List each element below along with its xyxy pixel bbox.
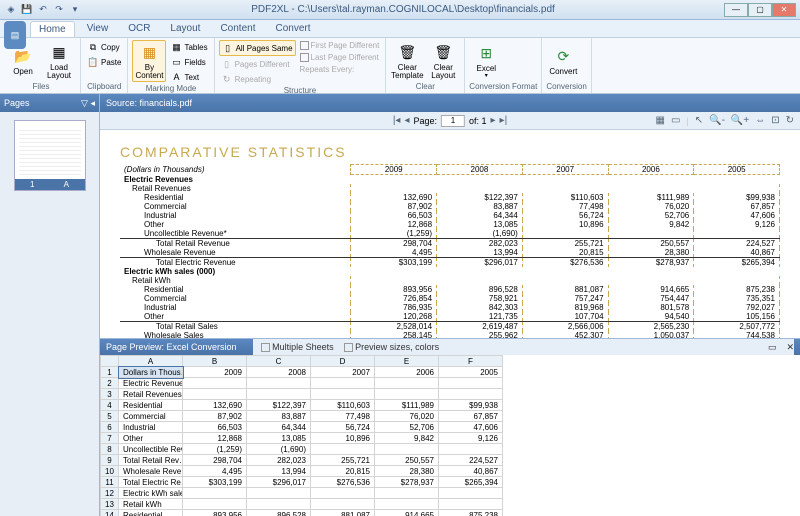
document-view[interactable]: COMPARATIVE STATISTICS (Dollars in Thous…	[100, 130, 800, 338]
qat-redo-icon[interactable]: ↷	[52, 3, 66, 17]
fit-width-icon[interactable]: ⇔	[755, 115, 765, 126]
folder-open-icon: 📂	[13, 46, 33, 66]
by-content-button[interactable]: ▦By Content	[132, 40, 166, 82]
doc-title: COMPARATIVE STATISTICS	[120, 144, 780, 160]
repeats-every[interactable]: Repeats Every:	[298, 64, 382, 75]
first-page-icon[interactable]: |◂	[393, 115, 401, 126]
tab-content[interactable]: Content	[212, 21, 263, 36]
nav-bar: |◂ ◂ Page: of: 1 ▸ ▸| ▦ ▭ | ↖ 🔍- 🔍+ ⇔ ⊡ …	[100, 112, 800, 130]
qat-undo-icon[interactable]: ↶	[36, 3, 50, 17]
window-buttons: — ▢ ✕	[724, 3, 796, 17]
workspace: Pages ▽ ◂ 1A Source: financials.pdf |◂ ◂…	[0, 94, 800, 516]
main-panel: Source: financials.pdf |◂ ◂ Page: of: 1 …	[100, 94, 800, 516]
title-bar: ◈ 💾 ↶ ↷ ▾ PDF2XL - C:\Users\tal.rayman.C…	[0, 0, 800, 20]
page-thumbnail[interactable]: 1A	[14, 120, 86, 191]
ribbon-tabs: Home ViewOCR Layout Content Convert	[0, 20, 800, 38]
layout-icon: ▦	[49, 42, 69, 62]
doc-table: (Dollars in Thousands)200920082007200620…	[120, 164, 780, 338]
filter-icon[interactable]: ▽	[81, 98, 88, 108]
fields-button[interactable]: ▭Fields	[168, 55, 209, 69]
last-page-icon[interactable]: ▸|	[500, 115, 508, 126]
group-clipboard: ⧉Copy 📋Paste Clipboard	[81, 38, 128, 93]
close-button[interactable]: ✕	[772, 3, 796, 17]
paste-button[interactable]: 📋Paste	[85, 55, 123, 69]
preview-sizes-option[interactable]: Preview sizes, colors	[344, 342, 440, 352]
minimize-button[interactable]: —	[724, 3, 748, 17]
quick-access-toolbar: ◈ 💾 ↶ ↷ ▾	[4, 3, 82, 17]
grid-icon: ▦	[139, 42, 159, 62]
group-marking-mode: ▦By Content ▦Tables ▭Fields AText Markin…	[128, 38, 214, 93]
spreadsheet-preview[interactable]: ABCDEF1Dollars in Thous…2009200820072006…	[100, 355, 800, 516]
group-conversion-format: ⊞Excel▾ Conversion Format	[465, 38, 542, 93]
text-icon: A	[170, 71, 182, 83]
multiple-sheets-option[interactable]: Multiple Sheets	[261, 342, 334, 352]
clear-layout-icon: 🗑	[433, 42, 453, 62]
maximize-button[interactable]: ▢	[748, 3, 772, 17]
next-page-icon[interactable]: ▸	[491, 115, 496, 126]
table-icon: ▦	[170, 41, 182, 53]
file-menu-button[interactable]: ▤	[4, 21, 26, 49]
zoom-in-icon[interactable]: 🔍+	[731, 115, 749, 126]
tab-home[interactable]: Home	[30, 21, 75, 37]
group-structure: ▯All Pages Same ▯Pages Different ↻Repeat…	[215, 38, 387, 93]
tab-layout[interactable]: Layout	[162, 21, 208, 36]
source-bar: Source: financials.pdf	[100, 94, 800, 112]
excel-icon: ⊞	[476, 43, 496, 63]
panel-option-icon[interactable]: ▭	[768, 342, 777, 353]
tables-button[interactable]: ▦Tables	[168, 40, 209, 54]
field-icon: ▭	[170, 56, 182, 68]
clear-template-icon: 🗑	[397, 42, 417, 62]
excel-format-button[interactable]: ⊞Excel▾	[469, 40, 503, 82]
panel-close-icon[interactable]: ✕	[786, 342, 794, 353]
pages-sidebar: Pages ▽ ◂ 1A	[0, 94, 100, 516]
all-pages-same-button[interactable]: ▯All Pages Same	[219, 40, 296, 56]
prev-page-icon[interactable]: ◂	[404, 115, 409, 126]
checkbox-icon	[300, 41, 309, 50]
page-input[interactable]	[441, 115, 465, 127]
load-layout-button[interactable]: ▦Load Layout	[42, 40, 76, 82]
pages-icon: ▯	[222, 42, 234, 54]
preview-panel: Page Preview: Excel Conversion Multiple …	[100, 338, 800, 516]
group-clear: 🗑Clear Template 🗑Clear Layout Clear	[386, 38, 465, 93]
collapse-icon[interactable]: ◂	[90, 98, 95, 108]
tool-icon[interactable]: ▭	[671, 115, 680, 126]
zoom-out-icon[interactable]: 🔍-	[709, 115, 725, 126]
repeat-icon: ↻	[221, 73, 233, 85]
pages-different-button[interactable]: ▯Pages Different	[219, 57, 296, 71]
pager: |◂ ◂ Page: of: 1 ▸ ▸|	[393, 115, 507, 127]
chevron-down-icon: ▾	[485, 73, 488, 79]
rotate-icon[interactable]: ↻	[786, 115, 794, 126]
paste-icon: 📋	[87, 56, 99, 68]
copy-icon: ⧉	[87, 41, 99, 53]
text-button[interactable]: AText	[168, 70, 209, 84]
qat-dropdown-icon[interactable]: ▾	[68, 3, 82, 17]
group-conversion: ⟳Convert Conversion	[542, 38, 591, 93]
tab-ocr[interactable]: OCR	[120, 21, 158, 36]
pages-header: Pages ▽ ◂	[0, 94, 99, 112]
pages-diff-icon: ▯	[221, 58, 233, 70]
checkbox-icon	[300, 53, 309, 62]
preview-header: Page Preview: Excel Conversion Multiple …	[100, 339, 800, 355]
checkbox-icon	[344, 343, 353, 352]
repeating-button[interactable]: ↻Repeating	[219, 72, 296, 86]
app-icon: ◈	[4, 3, 18, 17]
clear-layout-button[interactable]: 🗑Clear Layout	[426, 40, 460, 82]
last-page-diff[interactable]: Last Page Different	[298, 52, 382, 63]
window-title: PDF2XL - C:\Users\tal.rayman.COGNILOCAL\…	[82, 4, 724, 15]
copy-button[interactable]: ⧉Copy	[85, 40, 123, 54]
convert-icon: ⟳	[553, 46, 573, 66]
tool-icon[interactable]: ▦	[656, 115, 665, 126]
thumbnail-preview	[19, 127, 81, 175]
convert-button[interactable]: ⟳Convert	[546, 40, 580, 82]
ribbon: 📂Open ▦Load Layout Files ⧉Copy 📋Paste Cl…	[0, 38, 800, 94]
preview-table: ABCDEF1Dollars in Thous…2009200820072006…	[100, 355, 503, 516]
pointer-icon[interactable]: ↖	[695, 115, 703, 126]
tab-view[interactable]: View	[79, 21, 117, 36]
fit-page-icon[interactable]: ⊡	[771, 115, 779, 126]
checkbox-icon	[261, 343, 270, 352]
tab-convert[interactable]: Convert	[267, 21, 318, 36]
first-page-diff[interactable]: First Page Different	[298, 40, 382, 51]
clear-template-button[interactable]: 🗑Clear Template	[390, 40, 424, 82]
qat-save-icon[interactable]: 💾	[20, 3, 34, 17]
